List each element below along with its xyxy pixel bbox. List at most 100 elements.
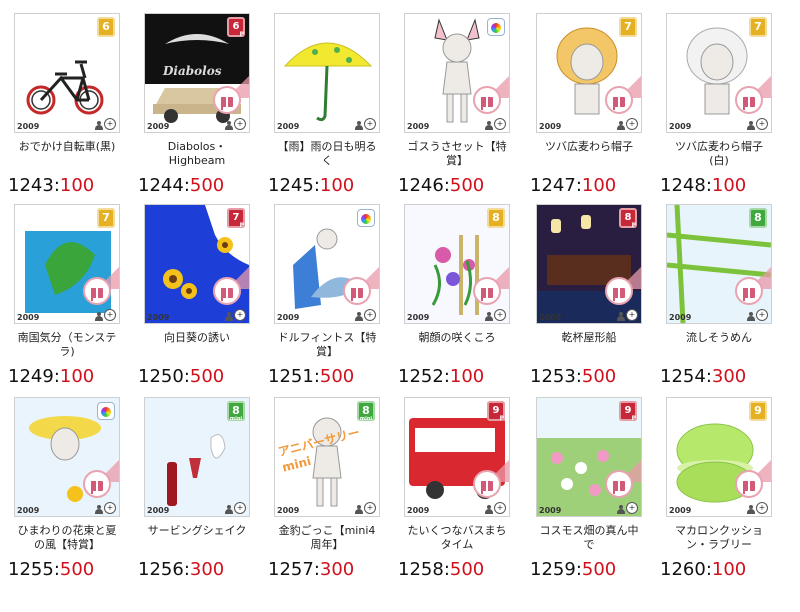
item-thumbnail[interactable]: 7 2009 + — [144, 204, 250, 324]
item-price: 1250:500 — [138, 366, 225, 387]
avatar-icon — [225, 121, 233, 130]
avatar-icon — [225, 505, 233, 514]
gift-icon — [605, 86, 633, 114]
gift-icon — [473, 470, 501, 498]
zoom-icon[interactable]: + — [234, 118, 246, 130]
zoom-icon[interactable]: + — [234, 502, 246, 514]
item-thumbnail[interactable]: 9 2009 + — [404, 397, 510, 517]
item-thumbnail[interactable]: 2009 + — [404, 13, 510, 133]
item-price: 1243:100 — [8, 175, 95, 196]
avatar-icon — [225, 312, 233, 321]
zoom-icon[interactable]: + — [494, 309, 506, 321]
zoom-icon[interactable]: + — [364, 502, 376, 514]
year-label: 2009 — [147, 122, 170, 131]
art-logo-text: Diabolos — [163, 64, 222, 78]
item-thumbnail[interactable]: 8 2009 + — [144, 397, 250, 517]
zoom-icon[interactable]: + — [626, 502, 638, 514]
item-price: 1258:500 — [398, 559, 485, 580]
item-thumbnail[interactable]: 2009 + — [274, 13, 380, 133]
item-name: マカロンクッション・ラブリー — [675, 524, 763, 551]
avatar-icon — [617, 505, 625, 514]
gift-icon — [83, 470, 111, 498]
level-badge: 8 — [749, 208, 767, 228]
item-price: 1244:500 — [138, 175, 225, 196]
item-price: 1249:100 — [8, 366, 95, 387]
level-badge: 9 — [749, 401, 767, 421]
item-thumbnail[interactable]: 7 2009 + — [536, 13, 642, 133]
gift-icon — [735, 86, 763, 114]
item-price: 1245:100 — [268, 175, 355, 196]
item-thumbnail[interactable]: 7 2009 + — [666, 13, 772, 133]
zoom-icon[interactable]: + — [756, 118, 768, 130]
level-badge: 7 — [227, 208, 245, 230]
level-badge: 6 — [227, 17, 245, 39]
zoom-icon[interactable]: + — [626, 118, 638, 130]
prize-badge-icon — [97, 402, 115, 420]
zoom-icon[interactable]: + — [364, 309, 376, 321]
avatar-icon — [95, 121, 103, 130]
gift-icon — [213, 277, 241, 305]
avatar-icon — [747, 312, 755, 321]
item-price: 1259:500 — [530, 559, 617, 580]
avatar-icon — [485, 121, 493, 130]
item-price: 1257:300 — [268, 559, 355, 580]
zoom-icon[interactable]: + — [756, 309, 768, 321]
zoom-icon[interactable]: + — [234, 309, 246, 321]
item-thumbnail[interactable]: 8 2009 + — [666, 204, 772, 324]
avatar-icon — [355, 312, 363, 321]
item-thumbnail[interactable]: 9 2009 + — [666, 397, 772, 517]
avatar-icon — [95, 505, 103, 514]
year-label: 2009 — [17, 313, 40, 322]
item-price: 1260:100 — [660, 559, 747, 580]
zoom-icon[interactable]: + — [104, 309, 116, 321]
item-thumbnail[interactable]: 7 2009 + — [14, 204, 120, 324]
level-badge: 8 — [227, 401, 245, 422]
item-price: 1256:300 — [138, 559, 225, 580]
gift-icon — [83, 277, 111, 305]
item-name: Diabolos・Highbeam — [167, 140, 227, 167]
year-label: 2009 — [669, 506, 692, 515]
item-thumbnail[interactable]: Diabolos 6 2009 + — [144, 13, 250, 133]
level-badge: 7 — [97, 208, 115, 228]
zoom-icon[interactable]: + — [104, 118, 116, 130]
zoom-icon[interactable]: + — [626, 309, 638, 321]
item-thumbnail[interactable]: 8 2009 + — [404, 204, 510, 324]
item-price: 1246:500 — [398, 175, 485, 196]
level-badge: 7 — [749, 17, 767, 37]
gift-icon — [735, 470, 763, 498]
zoom-icon[interactable]: + — [494, 502, 506, 514]
year-label: 2009 — [539, 506, 562, 515]
item-price: 1247:100 — [530, 175, 617, 196]
item-thumbnail[interactable]: 6 2009 + — [14, 13, 120, 133]
year-label: 2009 — [277, 506, 300, 515]
zoom-icon[interactable]: + — [494, 118, 506, 130]
item-name: ひまわりの花束と夏の風【特賞】 — [17, 524, 117, 551]
year-label: 2009 — [669, 313, 692, 322]
item-price: 1253:500 — [530, 366, 617, 387]
avatar-icon — [617, 312, 625, 321]
prize-badge-icon — [487, 18, 505, 36]
item-thumbnail[interactable]: 2009 + — [274, 204, 380, 324]
avatar-icon — [747, 121, 755, 130]
item-thumbnail[interactable]: 2009 + — [14, 397, 120, 517]
item-thumbnail[interactable]: 9 2009 + — [536, 397, 642, 517]
gift-icon — [343, 277, 371, 305]
gift-icon — [735, 277, 763, 305]
zoom-icon[interactable]: + — [104, 502, 116, 514]
avatar-icon — [617, 121, 625, 130]
item-name: ゴスうさセット【特賞】 — [407, 140, 507, 167]
year-label: 2009 — [147, 313, 170, 322]
year-label: 2009 — [407, 313, 430, 322]
zoom-icon[interactable]: + — [364, 118, 376, 130]
gift-icon — [473, 277, 501, 305]
avatar-icon — [95, 312, 103, 321]
item-name: 朝顔の咲くころ — [418, 331, 496, 344]
year-label: 2009 — [539, 313, 562, 322]
item-thumbnail[interactable]: アニバーサリー mini 8 2009 + — [274, 397, 380, 517]
gift-icon — [213, 86, 241, 114]
item-thumbnail[interactable]: 8 2009 + — [536, 204, 642, 324]
zoom-icon[interactable]: + — [756, 502, 768, 514]
item-price: 1251:500 — [268, 366, 355, 387]
item-name: 流しそうめん — [686, 331, 752, 344]
item-name: サービングシェイク — [147, 524, 247, 537]
